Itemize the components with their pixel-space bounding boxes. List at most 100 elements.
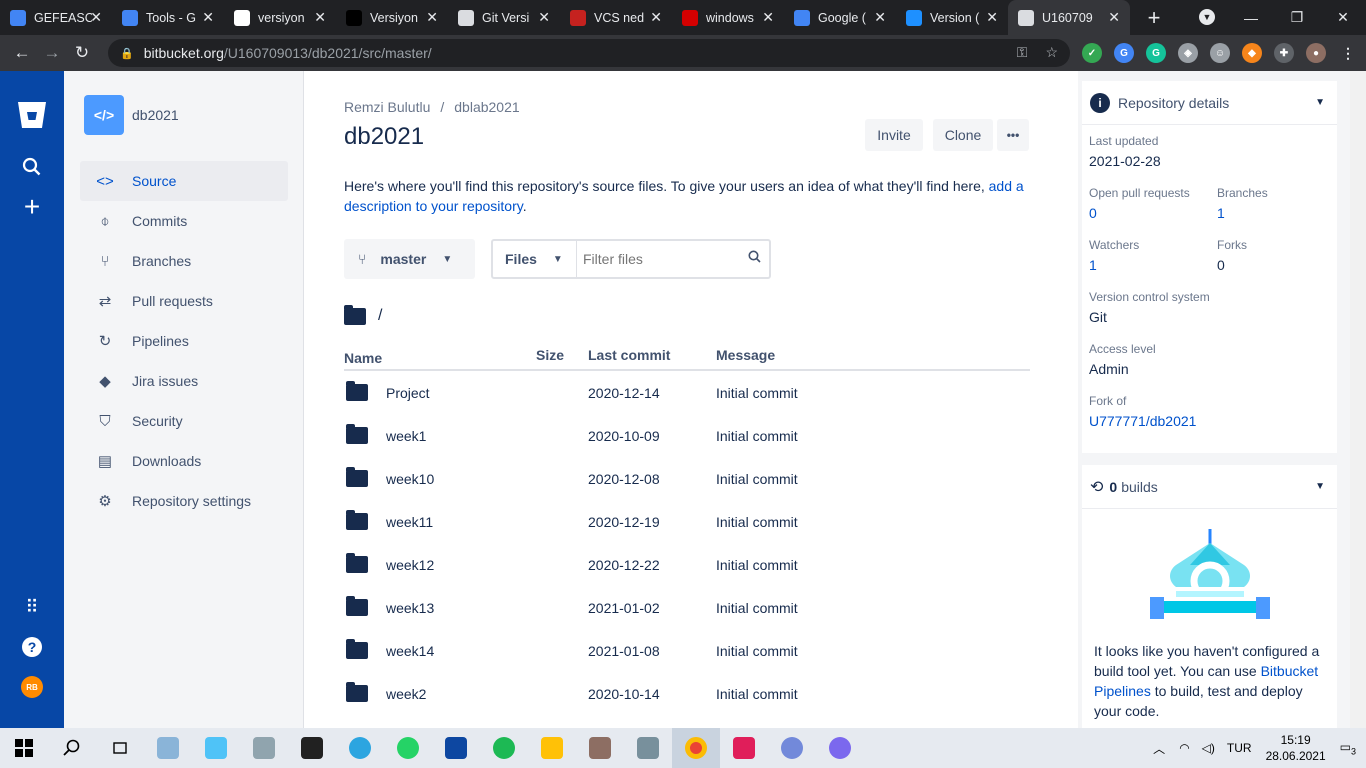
taskbar-explorer-icon[interactable] [528,728,576,768]
sidebar-item-pipelines[interactable]: ↻ Pipelines [80,321,288,361]
extension-metamask-icon[interactable]: ◆ [1242,43,1262,63]
extension-shield-icon[interactable]: ✓ [1082,43,1102,63]
browser-tab[interactable]: Tools - G ✕ [112,0,224,35]
task-view-icon[interactable] [96,728,144,768]
folder-name[interactable]: week10 [386,471,434,487]
folder-name[interactable]: week12 [386,557,434,573]
browser-menu-icon[interactable]: ⋮ [1338,43,1358,63]
taskbar-chrome-icon[interactable] [672,728,720,768]
volume-icon[interactable]: ◁) [1202,741,1215,755]
back-button[interactable]: ← [7,43,37,63]
close-window-button[interactable]: ✕ [1320,9,1366,26]
maximize-button[interactable]: ❐ [1274,9,1320,26]
reload-button[interactable]: ↻ [67,43,97,63]
taskbar-app-settings-icon[interactable] [144,728,192,768]
new-tab-button[interactable]: + [1142,5,1166,31]
tray-expand-icon[interactable]: ︿ [1153,740,1165,757]
invite-button[interactable]: Invite [865,119,923,151]
close-tab-icon[interactable]: ✕ [986,9,998,26]
clone-button[interactable]: Clone [933,119,993,151]
profile-avatar[interactable]: ● [1306,43,1326,63]
browser-tab[interactable]: U160709 ✕ [1008,0,1130,35]
browser-tab[interactable]: Versiyon ✕ [336,0,448,35]
taskbar-clickup-icon[interactable] [816,728,864,768]
browser-tab[interactable]: Google (✕ [784,0,896,35]
repo-avatar-icon[interactable]: </> [84,95,124,135]
table-row[interactable]: week2 2020-10-14 Initial commit [344,672,1030,715]
table-row[interactable]: week14 2021-01-08 Initial commit [344,629,1030,672]
repo-name[interactable]: db2021 [132,107,179,123]
taskbar-spotify-icon[interactable] [480,728,528,768]
page-scrollbar[interactable] [1350,71,1366,728]
close-tab-icon[interactable]: ✕ [426,9,438,26]
table-row[interactable]: week12 2020-12-22 Initial commit [344,543,1030,586]
sidebar-item-commits[interactable]: ⌽ Commits [80,201,288,241]
sidebar-item-downloads[interactable]: ▤ Downloads [80,441,288,481]
browser-tab[interactable]: VCS ned ✕ [560,0,672,35]
sidebar-item-security[interactable]: ⛉ Security [80,401,288,441]
sidebar-item-source[interactable]: <> Source [80,161,288,201]
app-switcher-icon[interactable]: ⠿ [16,591,48,623]
forward-button[interactable]: → [37,43,67,63]
taskbar-slack-icon[interactable] [720,728,768,768]
table-row[interactable]: Project 2020-12-14 Initial commit [344,371,1030,414]
close-tab-icon[interactable]: ✕ [202,9,214,26]
sidebar-item-jira-issues[interactable]: ◆ Jira issues [80,361,288,401]
help-icon[interactable]: ? [16,631,48,663]
start-button[interactable] [0,728,48,768]
taskbar-app-chart-icon[interactable] [624,728,672,768]
extension-ghost-icon[interactable]: ☺ [1210,43,1230,63]
key-icon[interactable]: ⚿ [1017,44,1028,61]
minimize-button[interactable]: — [1228,10,1274,26]
browser-tab[interactable]: Git Versi ✕ [448,0,560,35]
browser-tab[interactable]: GEFEASC ✕ [0,0,112,35]
root-path-label[interactable]: / [378,307,382,325]
address-bar[interactable]: 🔒 bitbucket.org/U160709013/db2021/src/ma… [108,39,1070,67]
create-plus-icon[interactable]: + [16,191,48,223]
close-tab-icon[interactable]: ✕ [314,9,326,26]
more-actions-button[interactable]: ••• [997,119,1029,151]
clock[interactable]: 15:19 28.06.2021 [1266,732,1326,764]
extensions-puzzle-icon[interactable]: ✚ [1274,43,1294,63]
taskbar-search-icon[interactable] [48,728,96,768]
taskbar-discord-icon[interactable] [768,728,816,768]
notification-center-icon[interactable]: ▭3 [1340,740,1356,756]
taskbar-app-keyboard-icon[interactable] [576,728,624,768]
table-row[interactable]: week1 2020-10-09 Initial commit [344,414,1030,457]
files-dropdown[interactable]: Files ▼ [493,241,577,277]
sidebar-item-repository-settings[interactable]: ⚙ Repository settings [80,481,288,521]
sidebar-item-branches[interactable]: ⑂ Branches [80,241,288,281]
folder-name[interactable]: week13 [386,600,434,616]
user-avatar[interactable]: RB [21,676,43,698]
search-icon[interactable] [16,151,48,183]
filter-files-input[interactable] [583,251,733,267]
breadcrumb-owner[interactable]: Remzi Bulutlu [344,99,430,115]
extension-shield2-icon[interactable]: ◈ [1178,43,1198,63]
breadcrumb-project[interactable]: dblab2021 [454,99,519,115]
folder-name[interactable]: week11 [386,514,433,530]
taskbar-app-monitor-icon[interactable] [192,728,240,768]
taskbar-whatsapp-icon[interactable] [384,728,432,768]
repository-details-header[interactable]: i Repository details ▼ [1082,81,1337,125]
tab-search-icon[interactable]: ▼ [1199,9,1215,25]
table-row[interactable]: week13 2021-01-02 Initial commit [344,586,1030,629]
browser-tab[interactable]: versiyon ✕ [224,0,336,35]
folder-name[interactable]: Project [386,385,430,401]
folder-name[interactable]: week2 [386,686,426,702]
table-row[interactable]: week11 2020-12-19 Initial commit [344,500,1030,543]
branch-selector[interactable]: ⑂ master ▼ [344,239,475,279]
taskbar-app-files-icon[interactable] [240,728,288,768]
builds-header[interactable]: ⟲ 0 builds ▼ [1082,465,1337,509]
close-tab-icon[interactable]: ✕ [538,9,550,26]
table-row[interactable]: week10 2020-12-08 Initial commit [344,457,1030,500]
folder-name[interactable]: week14 [386,643,434,659]
bitbucket-logo-icon[interactable] [16,99,48,131]
taskbar-dolby-icon[interactable] [432,728,480,768]
close-tab-icon[interactable]: ✕ [1108,9,1120,26]
close-tab-icon[interactable]: ✕ [650,9,662,26]
browser-tab[interactable]: windows ✕ [672,0,784,35]
folder-name[interactable]: week1 [386,428,426,444]
wifi-icon[interactable]: ◠ [1179,741,1189,755]
taskbar-telegram-icon[interactable] [336,728,384,768]
close-tab-icon[interactable]: ✕ [762,9,774,26]
